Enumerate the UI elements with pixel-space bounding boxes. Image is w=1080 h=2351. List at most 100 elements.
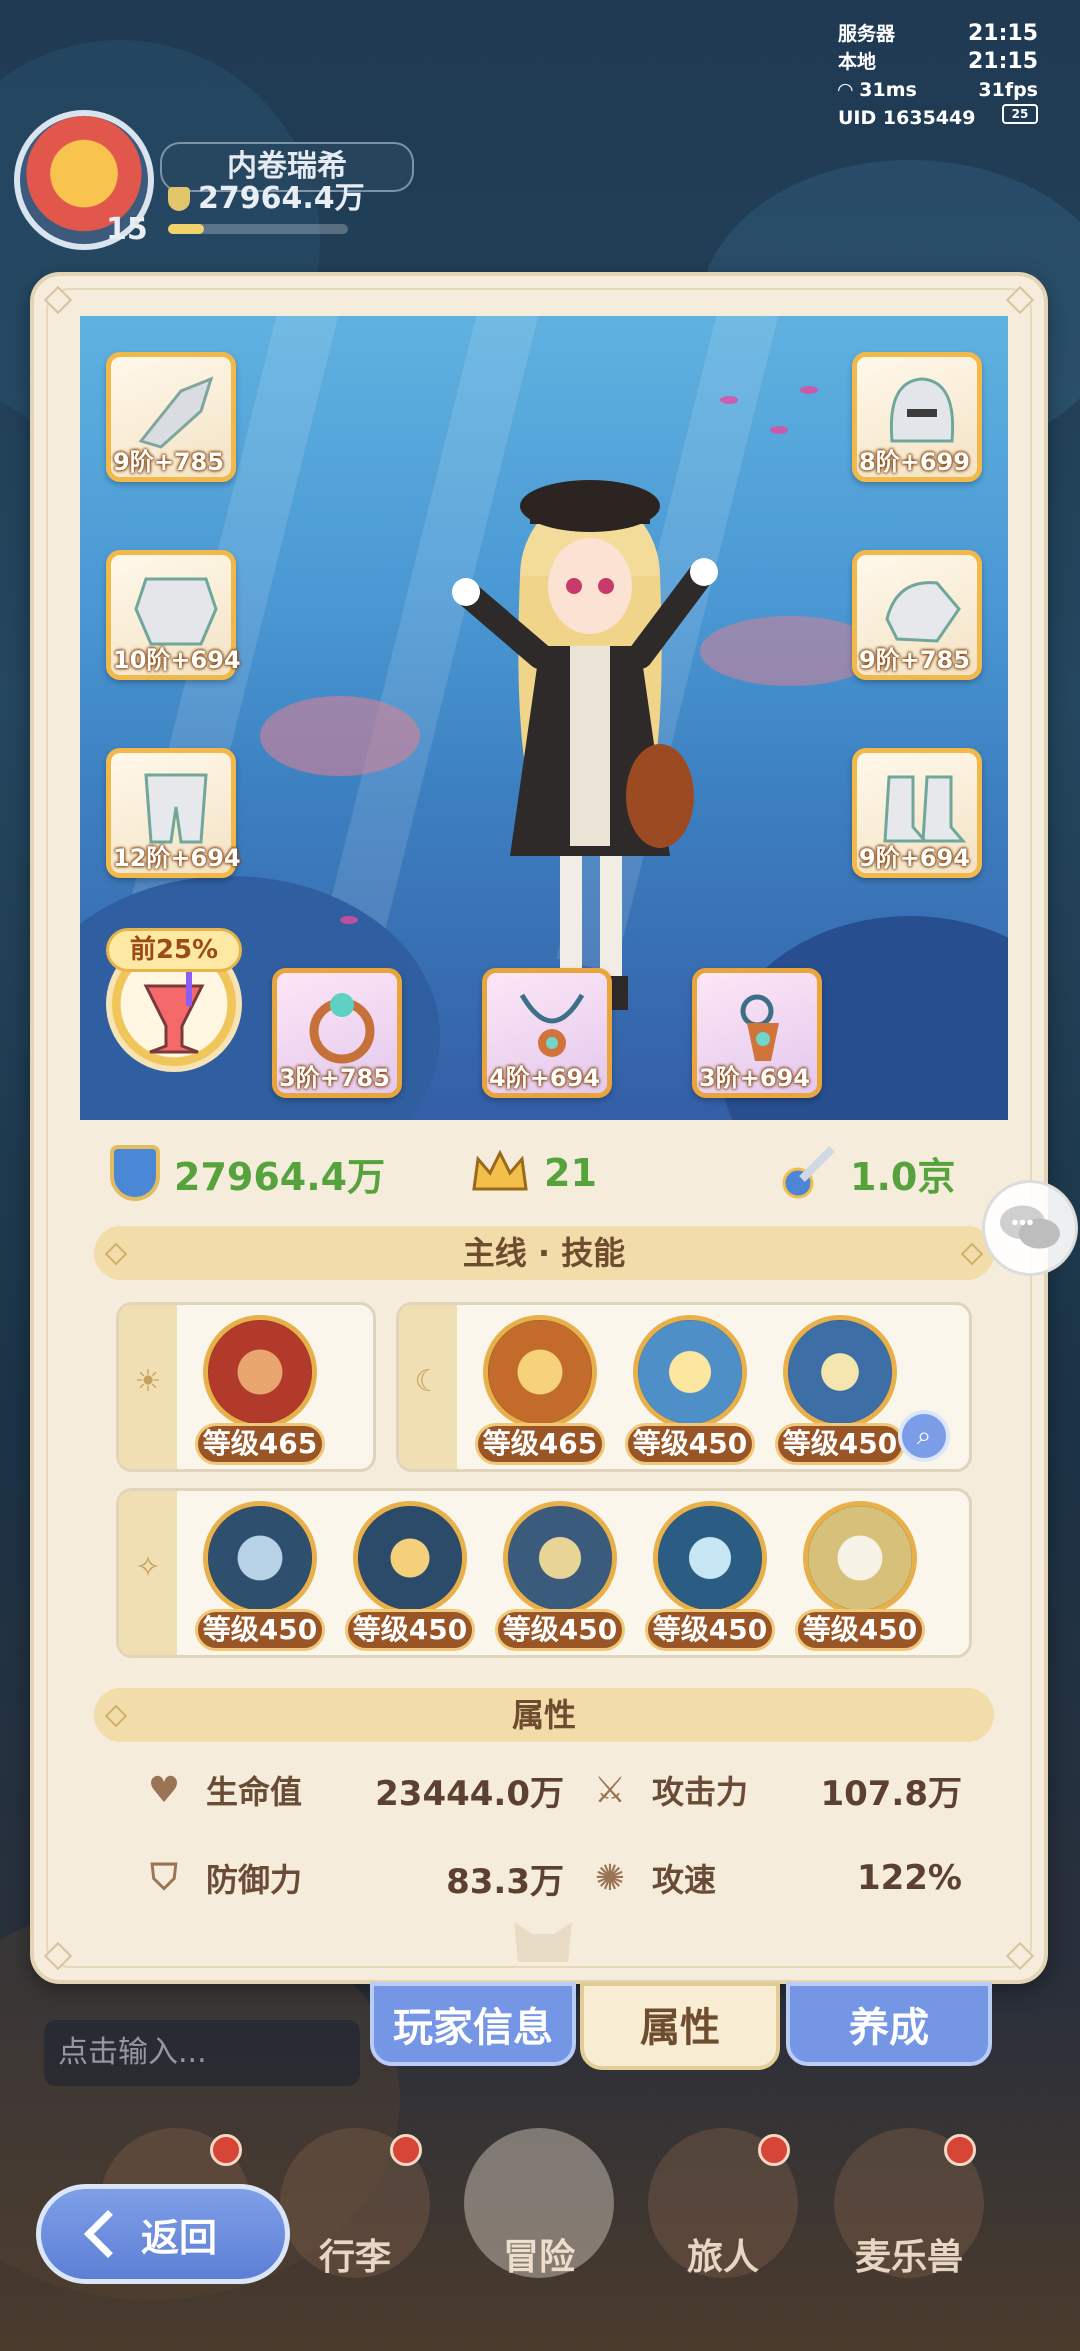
day-tab: ☀ [119, 1305, 177, 1469]
equip-slot-weapon[interactable]: 9阶+785 [106, 352, 236, 482]
necklace-icon [519, 993, 585, 1057]
skill-slot[interactable]: 等级450 [795, 1501, 925, 1651]
character-scene: 9阶+785 10阶+694 12阶+694 8阶+699 9阶+785 9阶+… [80, 316, 1008, 1120]
fish [770, 426, 788, 434]
attr-hp-value: 23444.0万 [375, 1773, 564, 1814]
beast-icon [203, 1501, 317, 1615]
equip-slot-helmet[interactable]: 8阶+699 [852, 352, 982, 482]
corner-ornament [43, 1941, 73, 1971]
skill-slot[interactable]: 等级450 [495, 1501, 625, 1651]
character-panel: 9阶+785 10阶+694 12阶+694 8阶+699 9阶+785 9阶+… [30, 272, 1048, 1984]
nav-traveler-label: 旅人 [686, 2237, 759, 2278]
equip-slot-legs[interactable]: 12阶+694 [106, 748, 241, 878]
light-slash-icon [783, 1315, 897, 1429]
fish [800, 386, 818, 394]
player-level: 15 [106, 212, 148, 247]
stat-crown-value: 21 [544, 1151, 597, 1195]
notification-dot [390, 2134, 422, 2166]
shadow-icon [503, 1501, 617, 1615]
back-button[interactable]: 返回 [36, 2184, 290, 2284]
tab-cultivate[interactable]: 养成 [786, 1982, 992, 2066]
attr-hp-label: 生命值 [206, 1773, 303, 1811]
attr-atk-value: 107.8万 [820, 1773, 962, 1814]
nav-luggage[interactable]: 行李 [280, 2128, 430, 2298]
attr-spd-value: 122% [856, 1858, 962, 1898]
fps-value: 31fps [978, 79, 1038, 101]
ping-value: 31ms [859, 79, 917, 101]
stat-power: 27964.4万 [110, 1138, 385, 1208]
attr-spd-label: 攻速 [652, 1861, 717, 1899]
chat-bubble-icon [1000, 1205, 1060, 1249]
equip-slot-ring[interactable]: 3阶+785 [272, 968, 402, 1098]
tab-attributes[interactable]: 属性 [580, 1982, 780, 2070]
equip-slot-amulet[interactable]: 3阶+694 [692, 968, 822, 1098]
skill-slot[interactable]: 等级465 [475, 1315, 605, 1465]
crown-icon [472, 1149, 528, 1191]
scroll-icon [803, 1501, 917, 1615]
notification-dot [944, 2134, 976, 2166]
corner-ornament [1005, 1941, 1035, 1971]
nav-adventure-label: 冒险 [502, 2237, 575, 2278]
uid-value: 1635449 [882, 107, 976, 129]
skill-slot[interactable]: 等级465 [195, 1315, 325, 1465]
summary-stats: 27964.4万 21 1.0京 [80, 1138, 1008, 1208]
corner-ornament [1005, 285, 1035, 315]
nav-pet[interactable]: 麦乐兽 [834, 2128, 984, 2298]
skill-slot[interactable]: 等级450 [775, 1315, 905, 1465]
whirlwind-icon [483, 1315, 597, 1429]
battery-icon: 25 [1002, 104, 1038, 124]
skill-slot[interactable]: 等级450 [645, 1501, 775, 1651]
boots-icon [883, 775, 967, 843]
skill-slot[interactable]: 等级450 [625, 1315, 755, 1465]
chat-input[interactable]: 点击输入... [44, 2020, 360, 2086]
local-time: 21:15 [967, 49, 1038, 74]
glove-icon [885, 581, 961, 643]
ring-icon [309, 993, 375, 1064]
diamond-ornament [104, 1242, 128, 1266]
corner-ornament [43, 285, 73, 315]
equip-slot-boots[interactable]: 9阶+694 [852, 748, 982, 878]
stat-crown: 21 [470, 1138, 597, 1208]
nav-traveler[interactable]: 旅人 [648, 2128, 798, 2298]
attr-atk: ⚔ 攻击力 107.8万 [590, 1760, 1010, 1820]
shield-icon: ⛉ [150, 1857, 178, 1898]
attributes-header-label: 属性 [511, 1696, 576, 1734]
wifi-icon: ◠ [838, 79, 853, 101]
skill-slot[interactable]: 等级450 [195, 1501, 325, 1651]
demon-face-icon [203, 1315, 317, 1429]
skill-level: 等级465 [475, 1423, 605, 1465]
skills-header: 主线 · 技能 [94, 1226, 994, 1280]
skills-header-label: 主线 · 技能 [462, 1234, 626, 1272]
holy-warrior-icon [633, 1315, 747, 1429]
power-shield-icon [110, 1145, 160, 1201]
crossed-swords-icon: ⚔ [593, 1769, 627, 1811]
day-skill-group: ☀ 等级465 [116, 1302, 376, 1472]
top-hud: 15 内卷瑞希 27964.4万 服务器 21:15 本地 21:15 ◠ 31ms… [0, 0, 1080, 260]
attr-spd: ✺ 攻速 122% [590, 1848, 1010, 1908]
moon-icon: ☾ [414, 1364, 442, 1399]
star-skill-group: ✧ 等级450 等级450 等级450 等级450 等级450 [116, 1488, 972, 1658]
notification-dot [758, 2134, 790, 2166]
nav-adventure[interactable]: 冒险 [464, 2128, 614, 2298]
system-info: 服务器 21:15 本地 21:15 ◠ 31ms 31fps UID 1635449… [838, 20, 1038, 132]
equip-slot-chest[interactable]: 10阶+694 [106, 550, 241, 680]
cat-emblem-icon [514, 1922, 572, 1962]
stat-dps: 1.0京 [780, 1138, 955, 1208]
stat-dps-value: 1.0京 [850, 1154, 956, 1199]
power-progress-bar [168, 224, 348, 234]
character-model[interactable] [450, 436, 730, 1056]
skill-slot[interactable]: 等级450 [345, 1501, 475, 1651]
tab-player-info[interactable]: 玩家信息 [370, 1982, 576, 2066]
amulet-icon [740, 994, 779, 1061]
attr-def: ⛉ 防御力 83.3万 [144, 1848, 564, 1908]
skill-level: 等级450 [775, 1423, 905, 1465]
attr-hp: ♥ 生命值 23444.0万 [144, 1760, 564, 1820]
skill-level: 等级450 [495, 1609, 625, 1651]
equip-slot-necklace[interactable]: 4阶+694 [482, 968, 612, 1098]
meteor-icon [353, 1501, 467, 1615]
attribute-search-button[interactable]: ⌕ [898, 1410, 950, 1462]
skill-level: 等级465 [195, 1423, 325, 1465]
chat-bubble-button[interactable] [982, 1180, 1078, 1276]
equip-slot-gloves[interactable]: 9阶+785 [852, 550, 982, 680]
nav-luggage-label: 行李 [318, 2237, 391, 2278]
